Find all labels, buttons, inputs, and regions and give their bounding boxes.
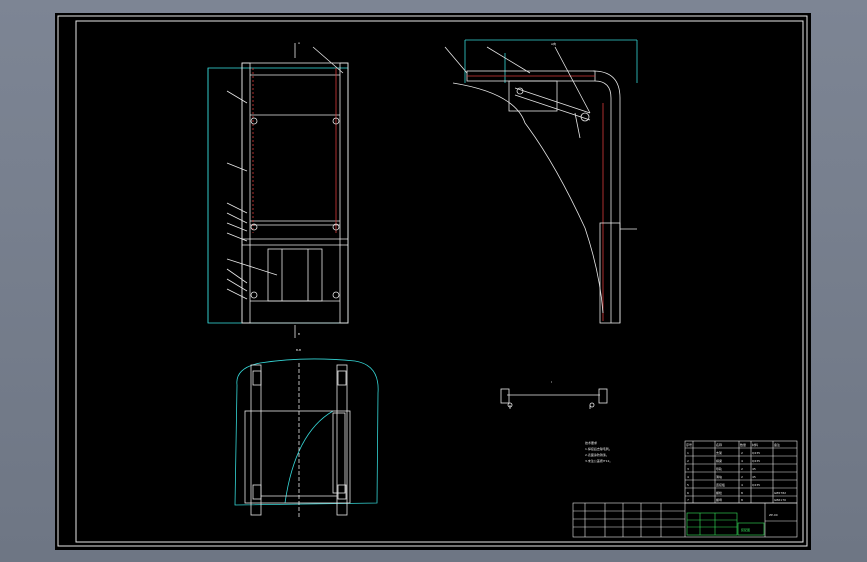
outer-border <box>57 15 808 547</box>
parts-list-rows: 1 支架 2 Q235 2 横梁 4 Q235 3 导轨 2 45 4 滑块 2… <box>687 450 786 502</box>
right-column <box>339 62 349 324</box>
note-line: 1.焊接后去除毛刺。 <box>585 446 612 451</box>
svg-text:4: 4 <box>741 459 743 463</box>
svg-text:数量: 数量 <box>740 442 746 447</box>
svg-text:材料: 材料 <box>752 442 758 447</box>
svg-text:GB5782: GB5782 <box>774 491 786 495</box>
technical-notes: 技术要求 1.焊接后去除毛刺。 2.表面涂防锈漆。 3.未注公差按IT12。 <box>585 440 612 463</box>
plan-view-label: B-B <box>296 348 301 352</box>
note-line: 2.表面涂防锈漆。 <box>585 452 609 457</box>
svg-text:GB6170: GB6170 <box>774 498 786 502</box>
title-block <box>572 502 798 538</box>
drawing-sheet: A B A向 B-B I 技术要求 1.焊接后去除毛刺。 2.表面涂防锈漆。 3… <box>55 13 811 550</box>
front-view-dimension-frame <box>207 67 349 324</box>
svg-text:导轨: 导轨 <box>716 466 722 471</box>
svg-text:4: 4 <box>687 475 689 479</box>
svg-text:45: 45 <box>752 467 756 471</box>
label-a: A <box>298 41 301 45</box>
svg-text:8: 8 <box>741 491 743 495</box>
svg-text:螺母: 螺母 <box>716 497 722 502</box>
drawing-viewport[interactable]: A B A向 B-B I 技术要求 1.焊接后去除毛刺。 2.表面涂防锈漆。 3… <box>0 0 867 562</box>
svg-text:名称: 名称 <box>716 442 722 447</box>
note-line: 3.未注公差按IT12。 <box>585 458 612 463</box>
svg-text:3: 3 <box>687 467 689 471</box>
svg-text:5: 5 <box>687 483 689 487</box>
svg-text:2: 2 <box>741 475 743 479</box>
front-view: A B <box>207 41 349 338</box>
svg-text:8: 8 <box>741 498 743 502</box>
side-view-label: A向 <box>551 41 556 46</box>
cad-canvas: A B A向 B-B I 技术要求 1.焊接后去除毛刺。 2.表面涂防锈漆。 3… <box>57 15 808 547</box>
svg-text:备注: 备注 <box>774 442 780 447</box>
svg-text:45: 45 <box>752 475 756 479</box>
svg-text:支架: 支架 <box>716 450 722 455</box>
svg-text:6: 6 <box>687 491 689 495</box>
detail-view: I <box>500 380 608 409</box>
bolt-hole <box>250 117 258 125</box>
svg-text:2: 2 <box>687 459 689 463</box>
drawing-name: 装配图 <box>741 527 750 532</box>
front-view-outline <box>241 62 349 324</box>
svg-text:Q235: Q235 <box>752 451 760 455</box>
break-outline <box>234 358 379 506</box>
parts-list-header: 序号 名称 数量 材料 备注 <box>686 442 780 447</box>
svg-text:Q235: Q235 <box>752 483 760 487</box>
swing-arc <box>452 82 604 314</box>
svg-text:7: 7 <box>687 498 689 502</box>
svg-text:1: 1 <box>687 451 689 455</box>
label-b: B <box>298 332 300 336</box>
detail-view-label: I <box>551 380 552 384</box>
svg-text:2: 2 <box>741 467 743 471</box>
sheet-id: ZP-00 <box>769 513 778 517</box>
side-view: A向 <box>444 39 638 324</box>
svg-text:连接板: 连接板 <box>716 482 725 487</box>
notes-title: 技术要求 <box>585 440 597 445</box>
svg-text:滑块: 滑块 <box>716 474 722 479</box>
svg-text:2: 2 <box>741 451 743 455</box>
plan-view: B-B <box>234 348 379 518</box>
svg-text:横梁: 横梁 <box>716 458 722 463</box>
svg-text:螺栓: 螺栓 <box>716 490 722 495</box>
svg-text:序号: 序号 <box>686 442 692 447</box>
svg-text:4: 4 <box>741 483 743 487</box>
svg-text:Q235: Q235 <box>752 459 760 463</box>
